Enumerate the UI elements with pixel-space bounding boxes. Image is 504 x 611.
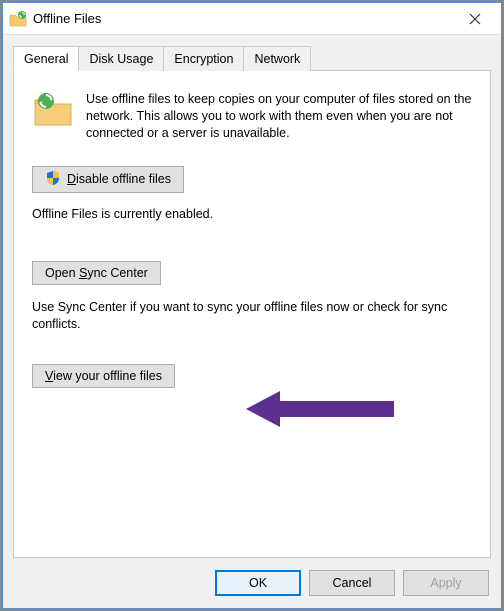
- tab-general[interactable]: General: [13, 46, 79, 71]
- sync-folder-icon: [32, 91, 74, 129]
- tab-network-label: Network: [254, 52, 300, 66]
- cancel-label: Cancel: [333, 576, 372, 590]
- intro-text: Use offline files to keep copies on your…: [86, 91, 472, 142]
- cancel-button[interactable]: Cancel: [309, 570, 395, 596]
- annotation-arrow-icon: [246, 387, 396, 434]
- tab-general-label: General: [24, 52, 68, 66]
- tab-encryption[interactable]: Encryption: [163, 46, 244, 71]
- offline-files-icon: [9, 10, 27, 28]
- tab-encryption-label: Encryption: [174, 52, 233, 66]
- shield-icon: [45, 170, 61, 189]
- apply-label: Apply: [430, 576, 461, 590]
- dialog-footer: OK Cancel Apply: [3, 558, 501, 608]
- apply-button[interactable]: Apply: [403, 570, 489, 596]
- tab-bar: General Disk Usage Encryption Network: [13, 45, 491, 70]
- ok-button[interactable]: OK: [215, 570, 301, 596]
- status-text: Offline Files is currently enabled.: [32, 207, 472, 221]
- disable-button-label: Disable offline files: [67, 172, 171, 186]
- open-sync-center-button[interactable]: Open Sync Center: [32, 261, 161, 285]
- window-title: Offline Files: [33, 11, 101, 26]
- intro-row: Use offline files to keep copies on your…: [32, 91, 472, 142]
- view-offline-files-label: View your offline files: [45, 369, 162, 383]
- titlebar: Offline Files: [3, 3, 501, 35]
- tab-disk-usage-label: Disk Usage: [89, 52, 153, 66]
- sync-center-text: Use Sync Center if you want to sync your…: [32, 299, 472, 334]
- ok-label: OK: [249, 576, 267, 590]
- tab-disk-usage[interactable]: Disk Usage: [78, 46, 164, 71]
- view-offline-files-button[interactable]: View your offline files: [32, 364, 175, 388]
- close-button[interactable]: [455, 5, 495, 33]
- offline-files-dialog: Offline Files General Disk Usage Encrypt…: [2, 2, 502, 609]
- dialog-body: General Disk Usage Encryption Network: [3, 35, 501, 558]
- open-sync-center-label: Open Sync Center: [45, 266, 148, 280]
- disable-offline-files-button[interactable]: Disable offline files: [32, 166, 184, 193]
- tab-panel-general: Use offline files to keep copies on your…: [13, 70, 491, 558]
- tab-network[interactable]: Network: [243, 46, 311, 71]
